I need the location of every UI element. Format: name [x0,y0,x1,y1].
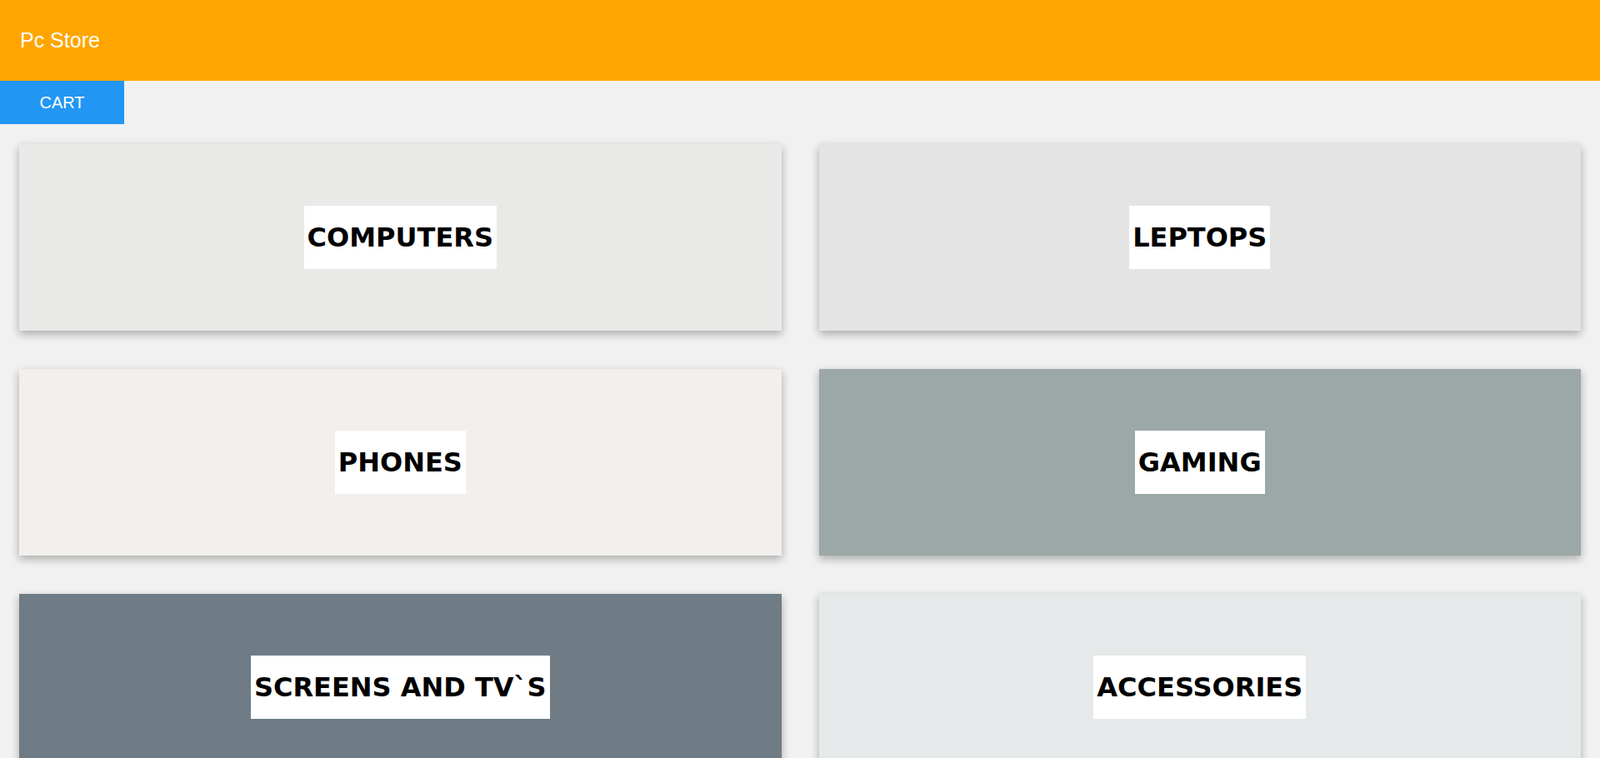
store-page: Pc Store CART COMPUTERS LEPTOPS PHONES GAMING… [0,0,1600,758]
category-label[interactable]: LEPTOPS [1129,205,1270,270]
category-grid: COMPUTERS LEPTOPS PHONES GAMING SCREENS AND … [0,124,1600,758]
toolbar: CART [0,80,1600,125]
cart-button[interactable]: CART [0,80,125,125]
category-label[interactable]: COMPUTERS [304,205,497,270]
category-card[interactable]: SCREENS AND TV`S [19,594,782,758]
store-title[interactable]: Pc Store [20,28,100,53]
category-card[interactable]: GAMING [819,369,1582,556]
header-bar: Pc Store [0,0,1600,81]
category-card[interactable]: COMPUTERS [19,144,782,331]
category-label[interactable]: PHONES [335,430,466,495]
category-label[interactable]: ACCESSORIES [1093,655,1306,720]
category-card[interactable]: ACCESSORIES [819,594,1582,758]
category-label[interactable]: GAMING [1135,430,1265,495]
category-card[interactable]: PHONES [19,369,782,556]
category-card[interactable]: LEPTOPS [819,144,1582,331]
category-label[interactable]: SCREENS AND TV`S [250,655,550,720]
